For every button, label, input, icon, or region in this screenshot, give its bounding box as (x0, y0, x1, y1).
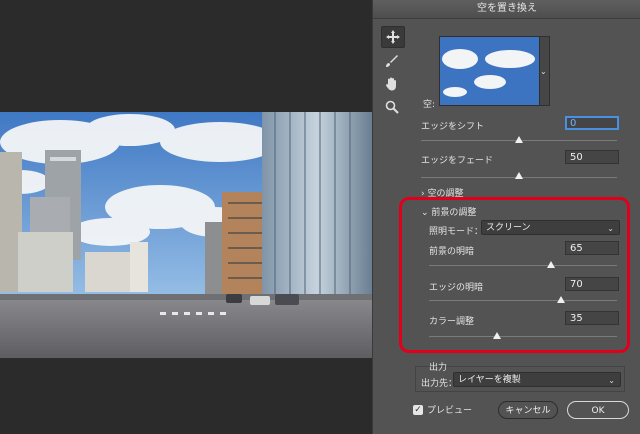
canvas-photo[interactable] (0, 112, 372, 358)
edge-shift-input[interactable]: 0 (565, 116, 619, 130)
edge-lighting-slider-track[interactable] (429, 300, 617, 301)
foreground-lighting-label: 前景の明暗 (429, 247, 475, 257)
zoom-icon (385, 100, 399, 114)
foreground-lighting-slider-track[interactable] (429, 265, 617, 266)
sky-label: 空: (423, 100, 436, 110)
color-adjust-slider-thumb[interactable] (493, 332, 501, 339)
chevron-right-icon: › (421, 189, 425, 199)
edge-lighting-slider-thumb[interactable] (557, 296, 565, 303)
edge-lighting-label: エッジの明暗 (429, 283, 484, 293)
output-dest-value: レイヤーを複製 (458, 375, 521, 385)
output-dest-label: 出力先： (421, 379, 458, 389)
chevron-down-icon: ⌄ (607, 224, 614, 233)
hand-icon (385, 77, 396, 91)
output-label: 出力 (429, 363, 448, 373)
move-icon (386, 30, 400, 44)
tool-column (381, 26, 407, 120)
sky-brush-tool[interactable] (381, 51, 403, 71)
output-dest-select[interactable]: レイヤーを複製 ⌄ (453, 372, 621, 387)
sky-preview-image (440, 37, 540, 105)
move-tool[interactable] (381, 26, 405, 48)
foreground-lighting-slider-thumb[interactable] (547, 261, 555, 268)
lighting-mode-label: 照明モード： (429, 227, 484, 237)
dialog-title[interactable]: 空を置き換え (373, 0, 640, 19)
replace-sky-dialog: 空を置き換え 空: ⌄ エッジをシフト 0 エッジをフェード 50 › 空の調整… (372, 0, 640, 434)
color-adjust-slider-track[interactable] (429, 336, 617, 337)
lighting-mode-value: スクリーン (486, 223, 531, 233)
lighting-mode-select[interactable]: スクリーン ⌄ (481, 220, 620, 235)
foreground-lighting-input[interactable]: 65 (565, 241, 619, 255)
chevron-down-icon: ⌄ (540, 67, 547, 76)
sky-thumbnail[interactable] (439, 36, 541, 106)
zoom-tool[interactable] (381, 97, 403, 117)
preview-label: プレビュー (427, 406, 473, 416)
edge-fade-input[interactable]: 50 (565, 150, 619, 164)
color-adjust-input[interactable]: 35 (565, 311, 619, 325)
edge-lighting-input[interactable]: 70 (565, 277, 619, 291)
preview-checkbox[interactable]: ✓ プレビュー (413, 403, 472, 416)
sky-dropdown-button[interactable]: ⌄ (539, 36, 550, 106)
foreground-adjust-toggle[interactable]: ⌄ 前景の調整 (421, 205, 476, 218)
brush-icon (386, 55, 398, 67)
edge-shift-slider-thumb[interactable] (515, 136, 523, 143)
edge-shift-label: エッジをシフト (421, 122, 485, 132)
chevron-down-icon: ⌄ (421, 208, 429, 218)
sky-adjust-label: 空の調整 (427, 189, 464, 199)
street-scene-image (0, 112, 372, 358)
edge-fade-label: エッジをフェード (421, 156, 494, 166)
checkbox-checked-icon: ✓ (413, 404, 423, 415)
sky-adjust-toggle[interactable]: › 空の調整 (421, 186, 464, 199)
ok-button[interactable]: OK (567, 401, 629, 419)
chevron-down-icon: ⌄ (608, 376, 615, 385)
foreground-adjust-label: 前景の調整 (431, 208, 477, 218)
cancel-button[interactable]: キャンセル (498, 401, 558, 419)
edge-fade-slider-thumb[interactable] (515, 172, 523, 179)
color-adjust-label: カラー調整 (429, 317, 475, 327)
hand-tool[interactable] (381, 74, 403, 94)
